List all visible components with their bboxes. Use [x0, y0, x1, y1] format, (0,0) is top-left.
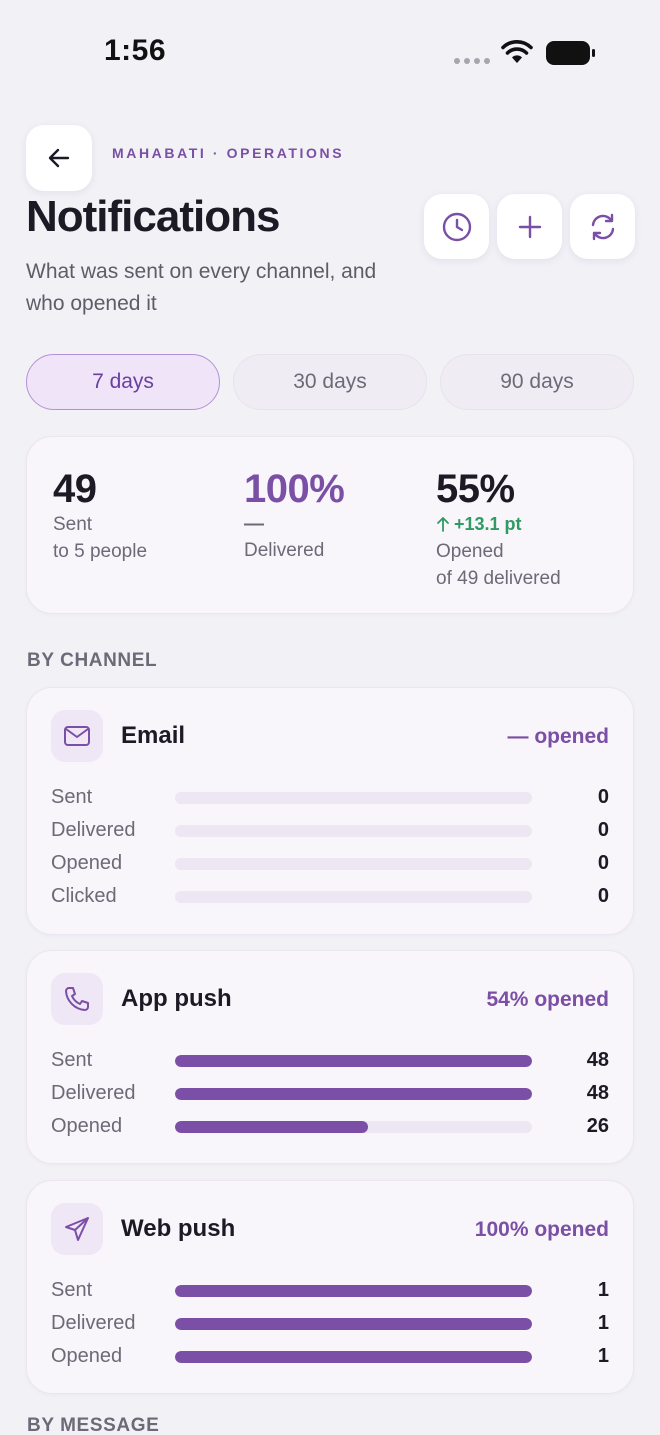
metric-row: Sent 48 [51, 1047, 609, 1073]
section-by-channel: BY CHANNEL [27, 650, 158, 671]
metric-label: Delivered [51, 819, 136, 841]
metric-value: 0 [597, 852, 609, 874]
metric-value: 0 [597, 786, 609, 808]
send-icon [51, 1203, 103, 1255]
opened-stat: 55% +13.1 pt Opened of 49 delivered [436, 467, 561, 592]
metric-value: 48 [586, 1049, 609, 1071]
delivered-value: 100% [244, 467, 345, 511]
metric-row: Opened 26 [51, 1113, 609, 1139]
delivered-label: Delivered [244, 540, 325, 561]
channel-open-rate: — opened [507, 725, 609, 748]
summary-card: 49 Sent to 5 people 100% — Delivered 55%… [26, 436, 634, 614]
metric-row: Delivered 1 [51, 1310, 609, 1336]
metric-bar [175, 1318, 532, 1330]
metric-label: Delivered [51, 1312, 136, 1334]
metric-value: 1 [597, 1345, 609, 1367]
refresh-button[interactable] [570, 194, 635, 259]
metric-value: 0 [597, 819, 609, 841]
arrow-up-icon [437, 517, 449, 532]
opened-delta: +13.1 pt [436, 511, 561, 538]
clock-icon [442, 212, 471, 241]
refresh-icon [591, 213, 614, 240]
opened-label: Opened [436, 541, 504, 562]
metric-row: Delivered 0 [51, 817, 609, 843]
metric-row: Sent 1 [51, 1277, 609, 1303]
history-button[interactable] [424, 194, 489, 259]
metric-bar-fill [175, 1121, 368, 1133]
sent-detail: to 5 people [53, 541, 148, 562]
metric-bar [175, 1285, 532, 1297]
tab-30-days[interactable]: 30 days [233, 354, 427, 410]
delivered-stat: 100% — Delivered [244, 467, 345, 564]
cellular-signal-icon [454, 58, 490, 64]
metric-bar [175, 792, 532, 804]
mail-icon [51, 710, 103, 762]
metric-bar [175, 1351, 532, 1363]
metric-row: Opened 0 [51, 850, 609, 876]
metric-bar [175, 1055, 532, 1067]
metric-bar-fill [175, 1285, 532, 1297]
metric-bar [175, 825, 532, 837]
metric-row: Clicked 0 [51, 883, 609, 909]
tab-7-days[interactable]: 7 days [26, 354, 220, 410]
channel-name: Email [121, 722, 186, 749]
add-button[interactable] [497, 194, 562, 259]
metric-bar [175, 1088, 532, 1100]
metric-label: Sent [51, 1279, 93, 1301]
range-tabs: 7 days 30 days 90 days [26, 354, 634, 410]
opened-detail: of 49 delivered [436, 568, 561, 589]
metric-label: Sent [51, 786, 93, 808]
metric-value: 1 [597, 1279, 609, 1301]
section-by-message: BY MESSAGE [27, 1415, 160, 1435]
back-button[interactable] [26, 125, 92, 191]
channel-open-rate: 100% opened [474, 1218, 609, 1241]
status-time: 1:56 [104, 34, 167, 67]
status-bar: 1:56 [0, 0, 660, 100]
delivered-delta: — [244, 513, 264, 535]
metric-label: Clicked [51, 885, 117, 907]
metric-bar-fill [175, 1088, 532, 1100]
channel-name: Web push [121, 1215, 236, 1242]
battery-icon [546, 41, 595, 65]
channel-card-email[interactable]: Email — opened Sent 0 Delivered 0 Opened… [26, 687, 634, 935]
page-subtitle: What was sent on every channel, and who … [26, 260, 377, 315]
metric-label: Opened [51, 1345, 123, 1367]
metric-row: Delivered 48 [51, 1080, 609, 1106]
sent-stat: 49 Sent to 5 people [53, 467, 147, 565]
metric-value: 26 [586, 1115, 609, 1137]
channel-card-app-push[interactable]: App push 54% opened Sent 48 Delivered 48… [26, 950, 634, 1164]
arrow-left-icon [48, 148, 70, 168]
sent-label: Sent [53, 514, 93, 535]
opened-delta-text: +13.1 pt [454, 514, 522, 534]
metric-value: 1 [597, 1312, 609, 1334]
page-title: Notifications [26, 192, 280, 241]
wifi-icon [501, 40, 533, 63]
metric-label: Sent [51, 1049, 93, 1071]
header-actions [424, 194, 635, 259]
sent-value: 49 [53, 467, 97, 511]
metric-bar [175, 1121, 532, 1133]
metric-label: Delivered [51, 1082, 136, 1104]
tab-90-days[interactable]: 90 days [440, 354, 634, 410]
breadcrumb: MAHABATI · OPERATIONS [112, 145, 345, 161]
metric-bar-fill [175, 1055, 532, 1067]
metric-row: Opened 1 [51, 1343, 609, 1369]
phone-icon [51, 973, 103, 1025]
plus-icon [518, 215, 541, 238]
channel-card-web-push[interactable]: Web push 100% opened Sent 1 Delivered 1 … [26, 1180, 634, 1394]
channel-name: App push [121, 985, 232, 1012]
metric-bar-fill [175, 1318, 532, 1330]
metric-value: 48 [586, 1082, 609, 1104]
metric-bar [175, 891, 532, 903]
metric-label: Opened [51, 1115, 123, 1137]
metric-bar [175, 858, 532, 870]
metric-bar-fill [175, 1351, 532, 1363]
metric-label: Opened [51, 852, 123, 874]
metric-value: 0 [597, 885, 609, 907]
channel-open-rate: 54% opened [486, 988, 609, 1011]
opened-value: 55% [436, 467, 515, 511]
metric-row: Sent 0 [51, 784, 609, 810]
